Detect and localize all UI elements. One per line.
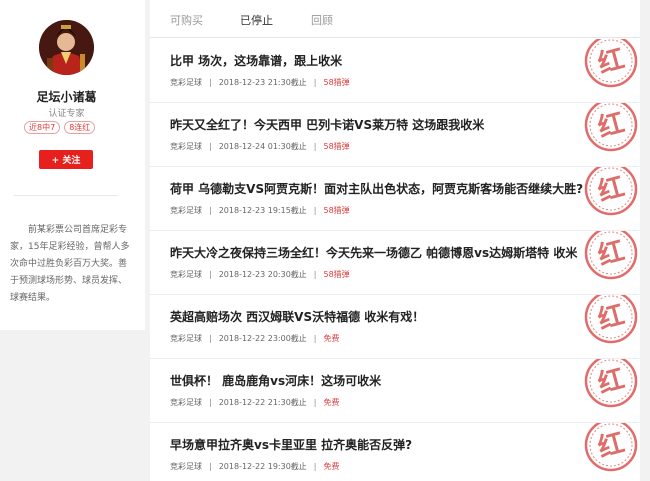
follow-button[interactable]: + 关注 bbox=[39, 150, 93, 169]
article-row[interactable]: 荷甲 乌德勒支VS阿贾克斯！面对主队出色状态，阿贾克斯客场能否继续大胜? 竞彩足球… bbox=[150, 167, 640, 231]
meta-separator: | bbox=[313, 398, 317, 407]
article-deadline: 2018-12-24 01:30截止 bbox=[218, 142, 307, 151]
article-meta: 竞彩足球 | 2018-12-22 23:00截止 | 免费 bbox=[170, 333, 340, 344]
article-price: 免费 bbox=[323, 462, 340, 471]
profile-card: 足坛小诸葛 认证专家 近8中7 8连红 + 关注 前某彩票公司首席足彩专家，15… bbox=[0, 0, 145, 330]
expert-description: 前某彩票公司首席足彩专家，15年足彩经验，曾帮人多次命中过胜负彩百万大奖。善于预… bbox=[10, 225, 130, 303]
meta-separator: | bbox=[209, 270, 212, 279]
article-deadline: 2018-12-23 20:30截止 bbox=[218, 270, 307, 279]
meta-separator: | bbox=[209, 78, 212, 87]
meta-separator: | bbox=[313, 334, 317, 343]
article-category: 竞彩足球 bbox=[170, 270, 202, 279]
article-row[interactable]: 世俱杯！ 鹿岛鹿角vs河床！这场可收米竞彩足球 | 2018-12-22 21:30… bbox=[150, 359, 640, 423]
meta-separator: | bbox=[209, 398, 212, 407]
article-meta: 竞彩足球 | 2018-12-24 01:30截止 | 58猎弹 bbox=[170, 141, 350, 152]
article-row[interactable]: 昨天大冷之夜保持三场全红！今天先来一场德乙 帕德博恩vs达姆斯塔特 收米竞彩足球… bbox=[150, 231, 640, 295]
stamp-label: 红 bbox=[595, 43, 628, 80]
article-title[interactable]: 英超高赔场次 西汉姆联VS沃特福德 收米有戏！ bbox=[170, 308, 424, 325]
stamp-label: 红 bbox=[595, 235, 628, 272]
article-price: 58猎弹 bbox=[323, 142, 350, 151]
article-meta: 竞彩足球 | 2018-12-23 19:15截止 | 58猎弹 bbox=[170, 205, 350, 216]
meta-separator: | bbox=[209, 462, 212, 471]
article-deadline: 2018-12-23 21:30截止 bbox=[218, 78, 307, 87]
article-price: 58猎弹 bbox=[323, 270, 350, 279]
meta-separator: | bbox=[209, 142, 212, 151]
record-badge: 近8中7 bbox=[24, 121, 61, 134]
divider bbox=[14, 195, 118, 196]
win-stamp-icon: 红 bbox=[584, 103, 638, 152]
article-row[interactable]: 昨天又全红了！今天西甲 巴列卡诺VS莱万特 这场跟我收米竞彩足球 | 2018-12… bbox=[150, 103, 640, 167]
article-meta: 竞彩足球 | 2018-12-22 21:30截止 | 免费 bbox=[170, 397, 340, 408]
article-row[interactable]: 英超高赔场次 西汉姆联VS沃特福德 收米有戏！ 竞彩足球 | 2018-12-22 2… bbox=[150, 295, 640, 359]
stamp-label: 红 bbox=[595, 427, 628, 464]
article-category: 竞彩足球 bbox=[170, 334, 202, 343]
meta-separator: | bbox=[313, 142, 317, 151]
meta-separator: | bbox=[209, 334, 212, 343]
win-stamp-icon: 红 bbox=[584, 359, 638, 408]
article-title[interactable]: 比甲 场次，这场靠谱，跟上收米 bbox=[170, 52, 342, 69]
article-deadline: 2018-12-22 23:00截止 bbox=[218, 334, 307, 343]
tab-review[interactable]: 回顾 bbox=[311, 12, 333, 28]
article-price: 免费 bbox=[323, 334, 340, 343]
article-row[interactable]: 早场意甲拉齐奥vs卡里亚里 拉齐奥能否反弹? 竞彩足球 | 2018-12-22 19… bbox=[150, 423, 640, 481]
win-stamp-icon: 红 bbox=[584, 39, 638, 88]
article-title[interactable]: 昨天大冷之夜保持三场全红！今天先来一场德乙 帕德博恩vs达姆斯塔特 收米 bbox=[170, 244, 577, 261]
article-deadline: 2018-12-22 19:30截止 bbox=[218, 462, 307, 471]
avatar[interactable] bbox=[39, 20, 94, 75]
meta-separator: | bbox=[313, 206, 317, 215]
article-title[interactable]: 昨天又全红了！今天西甲 巴列卡诺VS莱万特 这场跟我收米 bbox=[170, 116, 484, 133]
stamp-label: 红 bbox=[595, 171, 628, 208]
article-row[interactable]: 比甲 场次，这场靠谱，跟上收米竞彩足球 | 2018-12-23 21:30截止 | 5… bbox=[150, 39, 640, 103]
article-meta: 竞彩足球 | 2018-12-22 19:30截止 | 免费 bbox=[170, 461, 340, 472]
streak-badge: 8连红 bbox=[64, 121, 96, 134]
avatar-image bbox=[39, 20, 94, 75]
article-price: 免费 bbox=[323, 398, 340, 407]
expert-name: 足坛小诸葛 bbox=[36, 90, 97, 104]
article-deadline: 2018-12-22 21:30截止 bbox=[218, 398, 307, 407]
meta-separator: | bbox=[313, 78, 317, 87]
stamp-label: 红 bbox=[595, 363, 628, 400]
article-category: 竞彩足球 bbox=[170, 78, 202, 87]
meta-separator: | bbox=[209, 206, 212, 215]
tab-bar: 可购买 已停止 回顾 bbox=[150, 0, 640, 38]
record-badges: 近8中7 8连红 bbox=[24, 121, 96, 134]
article-category: 竞彩足球 bbox=[170, 206, 202, 215]
article-title[interactable]: 世俱杯！ 鹿岛鹿角vs河床！这场可收米 bbox=[170, 372, 381, 389]
article-meta: 竞彩足球 | 2018-12-23 21:30截止 | 58猎弹 bbox=[170, 77, 350, 88]
expert-title: 认证专家 bbox=[48, 109, 85, 119]
article-category: 竞彩足球 bbox=[170, 142, 202, 151]
article-title[interactable]: 早场意甲拉齐奥vs卡里亚里 拉齐奥能否反弹? bbox=[170, 436, 412, 453]
article-meta: 竞彩足球 | 2018-12-23 20:30截止 | 58猎弹 bbox=[170, 269, 350, 280]
article-price: 58猎弹 bbox=[323, 206, 350, 215]
article-panel: 可购买 已停止 回顾 比甲 场次，这场靠谱，跟上收米竞彩足球 | 2018-12-2… bbox=[150, 0, 640, 481]
win-stamp-icon: 红 bbox=[584, 231, 638, 280]
meta-separator: | bbox=[313, 462, 317, 471]
tab-stopped[interactable]: 已停止 bbox=[240, 12, 273, 28]
meta-separator: | bbox=[313, 270, 317, 279]
article-category: 竞彩足球 bbox=[170, 398, 202, 407]
article-title[interactable]: 荷甲 乌德勒支VS阿贾克斯！面对主队出色状态，阿贾克斯客场能否继续大胜? bbox=[170, 180, 583, 197]
stamp-label: 红 bbox=[595, 299, 628, 336]
win-stamp-icon: 红 bbox=[584, 295, 638, 344]
stamp-label: 红 bbox=[595, 107, 628, 144]
article-deadline: 2018-12-23 19:15截止 bbox=[218, 206, 307, 215]
article-price: 58猎弹 bbox=[323, 78, 350, 87]
win-stamp-icon: 红 bbox=[584, 167, 638, 216]
article-category: 竞彩足球 bbox=[170, 462, 202, 471]
win-stamp-icon: 红 bbox=[584, 423, 638, 472]
tab-available[interactable]: 可购买 bbox=[170, 12, 203, 28]
